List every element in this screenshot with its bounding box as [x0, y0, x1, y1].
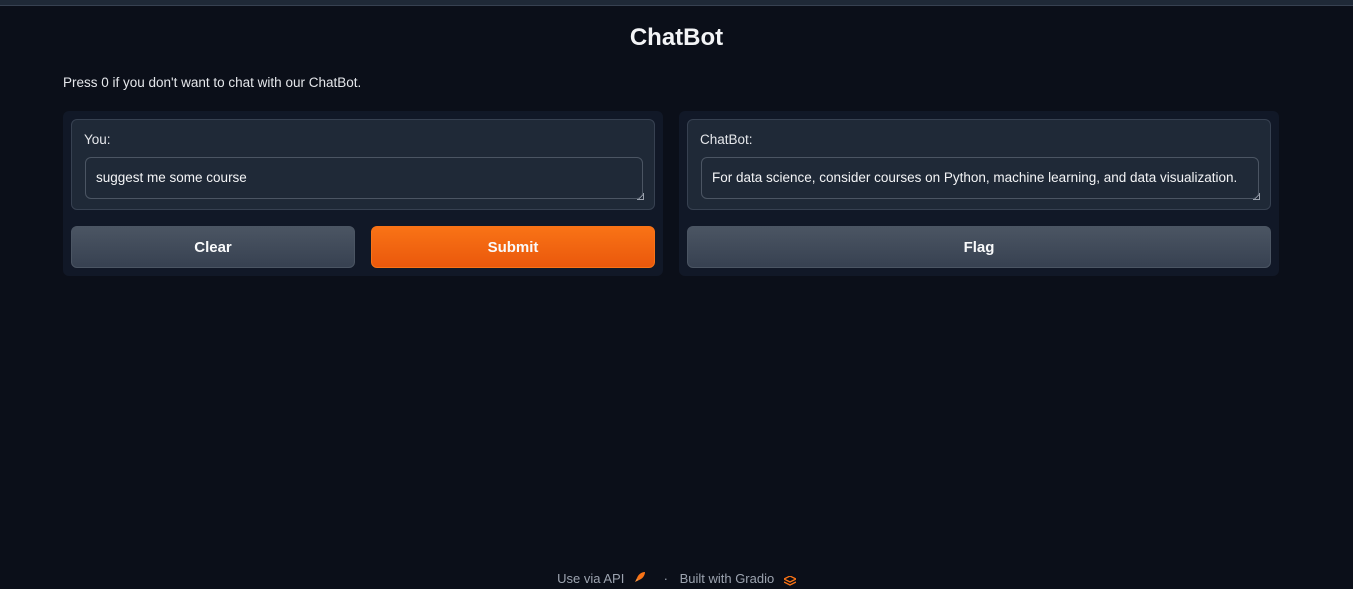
flag-button[interactable]: Flag	[687, 226, 1271, 268]
chatbot-response-output[interactable]: For data science, consider courses on Py…	[701, 157, 1259, 199]
page-title: ChatBot	[629, 24, 724, 51]
page-description: Press 0 if you don't want to chat with o…	[63, 75, 362, 90]
rocket-icon	[634, 571, 646, 586]
output-label: ChatBot:	[700, 132, 753, 147]
top-border	[0, 0, 1353, 6]
input-panel: You: suggest me some course Clear Submit	[63, 111, 663, 276]
submit-button[interactable]: Submit	[371, 226, 655, 268]
input-block: You: suggest me some course	[71, 119, 655, 210]
resize-handle-icon[interactable]	[1253, 193, 1260, 200]
input-label: You:	[84, 132, 111, 147]
gradio-logo-icon	[782, 574, 798, 586]
built-with-gradio-link[interactable]: Built with Gradio	[680, 571, 775, 586]
footer: Use via API · Built with Gradio	[0, 570, 1353, 586]
clear-button[interactable]: Clear	[71, 226, 355, 268]
resize-handle-icon[interactable]	[637, 193, 644, 200]
user-message-input[interactable]: suggest me some course	[85, 157, 643, 199]
output-block: ChatBot: For data science, consider cour…	[687, 119, 1271, 210]
output-panel: ChatBot: For data science, consider cour…	[679, 111, 1279, 276]
footer-separator: ·	[663, 571, 668, 587]
use-via-api-link[interactable]: Use via API	[557, 571, 624, 586]
